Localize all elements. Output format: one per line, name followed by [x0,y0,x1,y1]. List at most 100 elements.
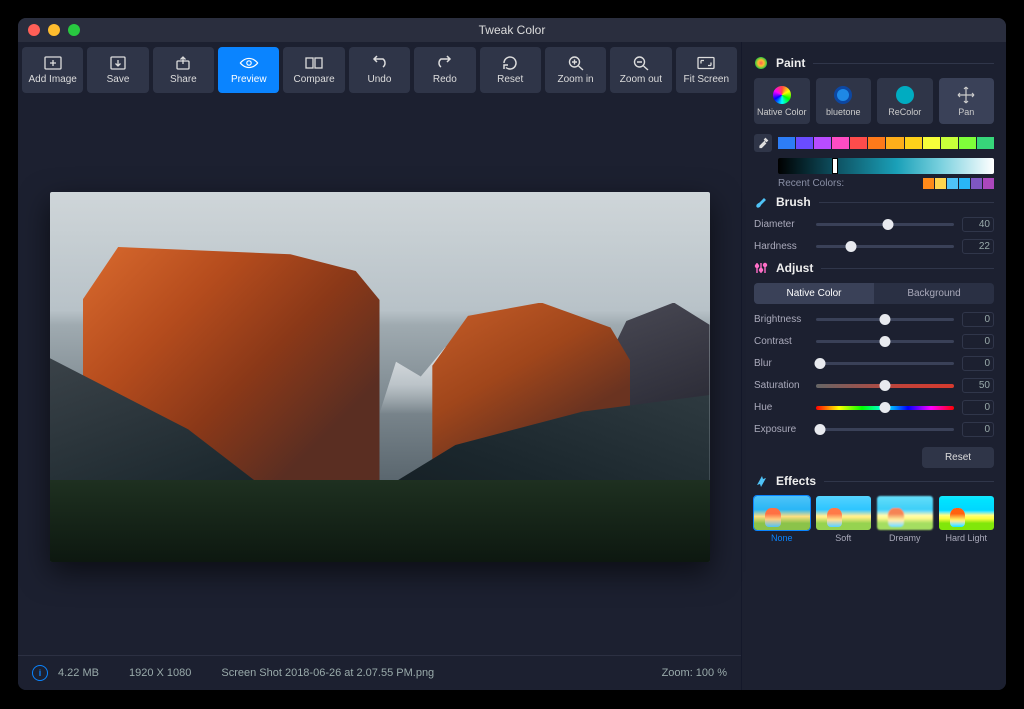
effect-none[interactable]: None [754,496,810,543]
file-name: Screen Shot 2018-06-26 at 2.07.55 PM.png [221,667,434,679]
bluetone-mode[interactable]: bluetone [816,78,872,124]
recent-color-swatch[interactable] [983,178,994,189]
tab-background[interactable]: Background [874,283,994,304]
color-swatch[interactable] [832,137,849,149]
fit-screen-button[interactable]: Fit Screen [676,47,737,93]
redo-icon [435,55,455,71]
paint-header-icon [754,56,768,70]
hue-thumb[interactable] [880,402,891,413]
color-swatch[interactable] [905,137,922,149]
add-image-button[interactable]: Add Image [22,47,83,93]
brightness-thumb[interactable] [880,314,891,325]
compare-icon [304,55,324,71]
share-button[interactable]: Share [153,47,214,93]
canvas-area[interactable] [18,98,741,655]
zoom-out-button[interactable]: Zoom out [610,47,671,93]
sidebar: Paint Native Color bluetone ReColor [741,42,1006,690]
preview-button[interactable]: Preview [218,47,279,93]
reset-button[interactable]: Reset [480,47,541,93]
blur-thumb[interactable] [815,358,826,369]
file-size: 4.22 MB [58,667,99,679]
brightness-slider[interactable] [816,318,954,321]
hue-value: 0 [962,400,994,415]
titlebar: Tweak Color [18,18,1006,42]
preview-label: Preview [231,74,267,85]
color-swatch[interactable] [977,137,994,149]
adjust-reset-button[interactable]: Reset [922,447,994,468]
pan-mode[interactable]: Pan [939,78,995,124]
saturation-thumb[interactable] [880,380,891,391]
exposure-label: Exposure [754,424,808,435]
hue-label: Hue [754,402,808,413]
save-label: Save [107,74,130,85]
hue-slider[interactable] [816,406,954,410]
share-label: Share [170,74,197,85]
recent-color-swatch[interactable] [947,178,958,189]
color-swatch[interactable] [850,137,867,149]
saturation-slider[interactable] [816,384,954,388]
recent-color-swatch[interactable] [971,178,982,189]
statusbar: i 4.22 MB 1920 X 1080 Screen Shot 2018-0… [18,655,741,690]
contrast-value: 0 [962,334,994,349]
undo-icon [369,55,389,71]
contrast-thumb[interactable] [880,336,891,347]
reset-label: Reset [497,74,523,85]
tab-native-color[interactable]: Native Color [754,283,874,304]
diameter-value: 40 [962,217,994,232]
exposure-thumb[interactable] [815,424,826,435]
recolor-mode[interactable]: ReColor [877,78,933,124]
color-swatch[interactable] [814,137,831,149]
color-swatch[interactable] [886,137,903,149]
effects-title: Effects [776,474,816,488]
eyedropper-button[interactable] [754,134,772,152]
blur-slider[interactable] [816,362,954,365]
effect-hard-light[interactable]: Hard Light [939,496,995,543]
effect-soft-thumb [816,496,872,530]
hardness-thumb[interactable] [845,241,856,252]
compare-button[interactable]: Compare [283,47,344,93]
color-swatch[interactable] [868,137,885,149]
info-icon[interactable]: i [32,665,48,681]
preview-icon [239,55,259,71]
window-close-button[interactable] [28,24,40,36]
undo-button[interactable]: Undo [349,47,410,93]
window-maximize-button[interactable] [68,24,80,36]
blur-label: Blur [754,358,808,369]
recent-color-swatch[interactable] [923,178,934,189]
native-color-mode[interactable]: Native Color [754,78,810,124]
save-button[interactable]: Save [87,47,148,93]
contrast-slider[interactable] [816,340,954,343]
hardness-slider[interactable] [816,245,954,248]
exposure-slider[interactable] [816,428,954,431]
image-canvas[interactable] [50,192,710,562]
diameter-thumb[interactable] [882,219,893,230]
color-swatches [778,137,994,149]
redo-button[interactable]: Redo [414,47,475,93]
diameter-slider[interactable] [816,223,954,226]
shade-gradient[interactable] [778,158,994,174]
color-swatch[interactable] [796,137,813,149]
app-window: Tweak Color Add Image Save Share [18,18,1006,690]
effect-soft[interactable]: Soft [816,496,872,543]
pan-icon [957,86,975,104]
bluetone-icon [834,86,852,104]
effect-dreamy-thumb [877,496,933,530]
effect-none-label: None [771,533,793,543]
color-swatch[interactable] [959,137,976,149]
brightness-label: Brightness [754,314,808,325]
fit-screen-icon [696,55,716,71]
contrast-label: Contrast [754,336,808,347]
recent-color-swatch[interactable] [959,178,970,189]
recent-color-swatch[interactable] [935,178,946,189]
effects-header: Effects [754,474,994,488]
add-image-icon [43,55,63,71]
shade-handle[interactable] [832,158,838,174]
color-swatch[interactable] [941,137,958,149]
window-minimize-button[interactable] [48,24,60,36]
add-image-label: Add Image [28,74,76,85]
color-swatch[interactable] [778,137,795,149]
diameter-label: Diameter [754,219,808,230]
effect-dreamy[interactable]: Dreamy [877,496,933,543]
zoom-in-button[interactable]: Zoom in [545,47,606,93]
color-swatch[interactable] [923,137,940,149]
